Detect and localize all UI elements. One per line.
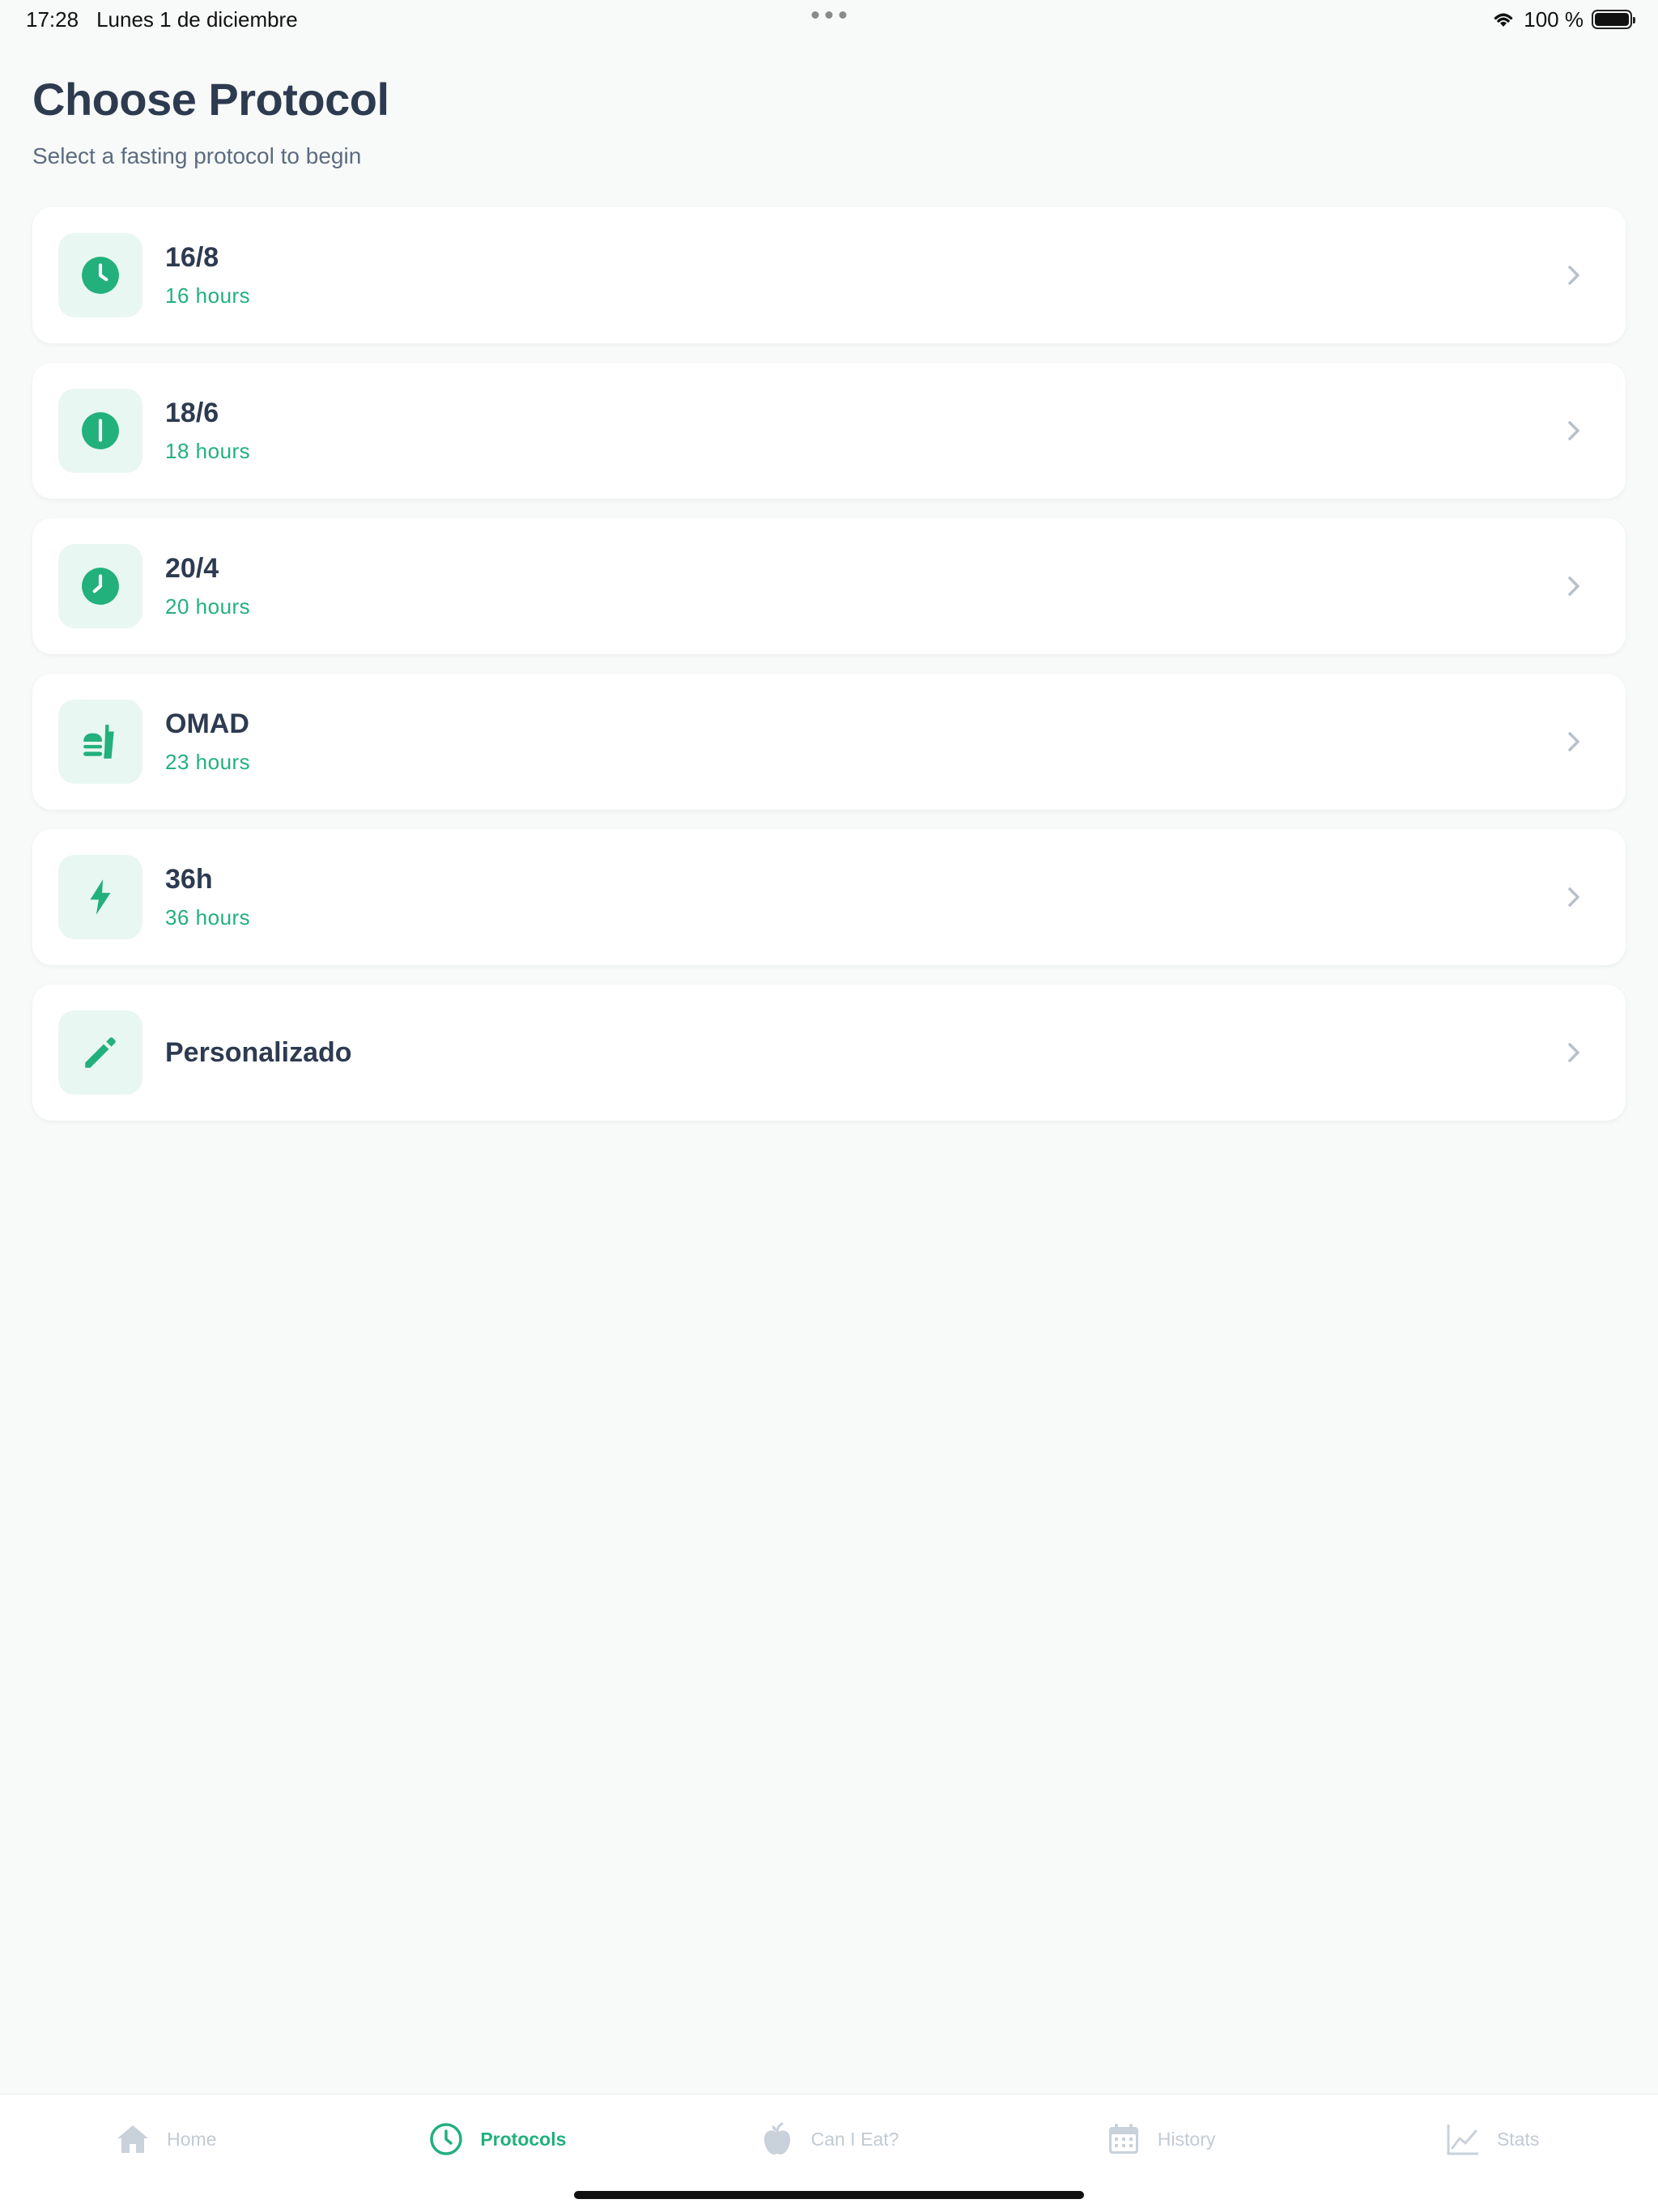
icon-tile	[58, 855, 142, 939]
protocol-card-custom[interactable]: Personalizado	[32, 985, 1626, 1121]
protocol-card-20-4[interactable]: 20/4 20 hours	[32, 518, 1626, 654]
protocol-title: 18/6	[165, 398, 219, 428]
clock-six-icon	[82, 412, 119, 449]
lightning-icon	[90, 879, 111, 915]
multitasking-dots-icon[interactable]	[811, 11, 847, 19]
clock-icon	[430, 2123, 463, 2155]
status-bar: 17:28 Lunes 1 de diciembre 100 %	[0, 0, 1658, 39]
card-text: OMAD 23 hours	[165, 708, 1558, 775]
card-text: 36h 36 hours	[165, 864, 1558, 930]
tab-label: Stats	[1496, 2128, 1540, 2150]
protocol-list: 16/8 16 hours 18/6 18 hours 20/4 20 hour…	[32, 207, 1626, 1140]
home-icon	[117, 2125, 149, 2153]
status-right: 100 %	[1491, 6, 1635, 32]
pencil-icon	[85, 1037, 116, 1068]
status-date: Lunes 1 de diciembre	[96, 6, 298, 32]
header: Choose Protocol Select a fasting protoco…	[32, 73, 389, 169]
protocol-title: OMAD	[165, 708, 249, 739]
calendar-icon	[1108, 2124, 1138, 2154]
tab-history[interactable]: History	[995, 2095, 1327, 2184]
icon-tile	[58, 1010, 142, 1095]
chevron-right-icon	[1568, 732, 1579, 751]
card-text: Personalizado	[165, 1037, 1558, 1069]
wifi-icon	[1494, 13, 1513, 27]
chart-icon	[1447, 2125, 1478, 2155]
icon-tile	[58, 233, 142, 317]
page-title: Choose Protocol	[32, 74, 389, 125]
icon-tile	[58, 389, 142, 473]
meal-icon	[83, 725, 114, 759]
protocol-card-omad[interactable]: OMAD 23 hours	[32, 674, 1626, 810]
tab-label: Home	[167, 2128, 217, 2150]
page-subtitle: Select a fasting protocol to begin	[32, 143, 362, 168]
apple-icon	[763, 2122, 790, 2155]
card-text: 18/6 18 hours	[165, 398, 1558, 464]
battery-fill	[1595, 13, 1629, 26]
icon-tile	[58, 700, 142, 784]
protocol-card-18-6[interactable]: 18/6 18 hours	[32, 363, 1626, 499]
chevron-right-icon	[1568, 421, 1579, 440]
protocol-title: 36h	[165, 864, 213, 895]
tab-can-i-eat[interactable]: Can I Eat?	[663, 2095, 995, 2184]
chevron-right-icon	[1568, 1043, 1579, 1062]
card-text: 20/4 20 hours	[165, 553, 1558, 619]
chevron-right-icon	[1568, 576, 1579, 596]
chevron-right-icon	[1568, 887, 1579, 907]
protocol-card-16-8[interactable]: 16/8 16 hours	[32, 207, 1626, 343]
protocol-duration: 36 hours	[165, 905, 251, 929]
home-indicator[interactable]	[574, 2191, 1084, 2199]
battery-percent: 100 %	[1524, 6, 1584, 32]
card-text: 16/8 16 hours	[165, 242, 1558, 308]
protocol-duration: 23 hours	[165, 750, 251, 774]
tab-label: Can I Eat?	[810, 2128, 899, 2150]
protocol-title: Personalizado	[165, 1036, 352, 1068]
tab-label: Protocols	[480, 2128, 567, 2150]
protocol-duration: 16 hours	[165, 283, 251, 308]
status-left: 17:28 Lunes 1 de diciembre	[26, 7, 298, 32]
icon-tile	[58, 544, 142, 628]
tab-label: History	[1157, 2128, 1216, 2150]
tab-home[interactable]: Home	[0, 2095, 332, 2184]
protocol-title: 20/4	[165, 553, 219, 584]
chevron-right-icon	[1568, 266, 1579, 285]
tab-stats[interactable]: Stats	[1326, 2095, 1658, 2184]
clock-eight-icon	[82, 568, 119, 605]
protocol-card-36h[interactable]: 36h 36 hours	[32, 829, 1626, 965]
status-time: 17:28	[26, 6, 79, 32]
protocol-duration: 20 hours	[165, 594, 251, 619]
battery-icon	[1592, 10, 1635, 29]
protocol-duration: 18 hours	[165, 439, 251, 463]
clock-icon	[82, 257, 119, 294]
tab-protocols[interactable]: Protocols	[332, 2095, 664, 2184]
protocol-title: 16/8	[165, 242, 219, 273]
